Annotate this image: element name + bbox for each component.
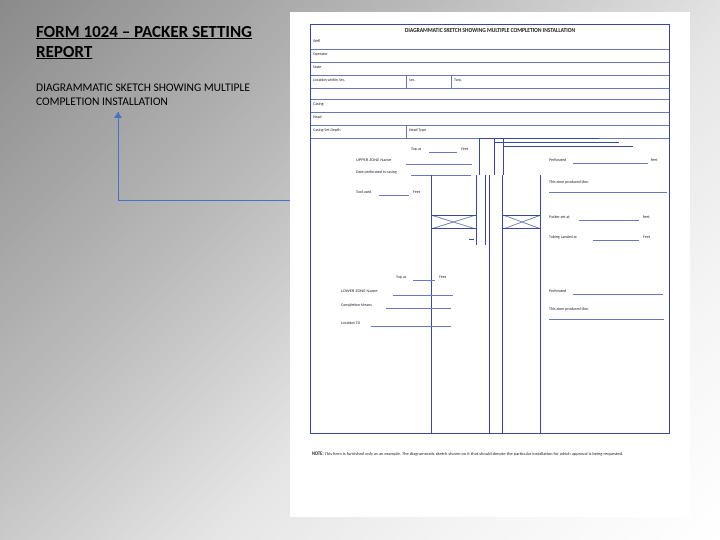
connector-horizontal: [118, 200, 305, 201]
connector-vertical: [118, 112, 119, 200]
label-upper-zone: UPPER ZONE Name: [356, 158, 391, 163]
blank-line: [549, 192, 667, 193]
label-tubing-landed: Tubing Landed at: [549, 235, 577, 240]
row-location: Location within Sec. Sec. Twp.: [311, 76, 669, 89]
row-operator: Operator: [311, 50, 669, 63]
label-feet-4: feet: [643, 215, 649, 220]
label-twp: Twp.: [454, 78, 462, 83]
blank-line: [413, 280, 435, 281]
label-location: Location within Sec.: [313, 78, 345, 83]
label-lower-zone: LOWER ZONE Name: [341, 289, 377, 294]
label-lz-top: Top at: [396, 275, 406, 280]
blank-line: [573, 163, 648, 164]
row-well: Well: [311, 37, 669, 50]
label-feet-3: feet: [651, 158, 657, 163]
divider: [451, 76, 452, 88]
row-spacer: [311, 89, 669, 100]
label-lz-feet: Feet: [439, 275, 446, 280]
row-state: State: [311, 63, 669, 76]
label-feet-2: Feet: [413, 190, 420, 195]
label-top-at: Top at: [411, 147, 421, 152]
label-this-zone: This zone produced thru: [549, 180, 588, 185]
blank-line: [371, 326, 451, 327]
blank-line: [549, 319, 664, 320]
label-casing: Casing: [313, 102, 324, 107]
leader-line: [494, 142, 619, 143]
divider: [406, 76, 407, 88]
leader-line: [479, 138, 599, 139]
label-head-type: Head Type: [409, 128, 426, 133]
blank-line: [386, 308, 451, 309]
label-location-td: Location TD: [341, 321, 360, 326]
blank-line: [379, 195, 409, 196]
form-frame: DIAGRAMMATIC SKETCH SHOWING MULTIPLE COM…: [310, 24, 670, 434]
note-label: NOTE:: [312, 452, 324, 457]
blank-line: [573, 294, 663, 295]
label-sec: Sec.: [409, 78, 416, 83]
packer-icon: [431, 215, 541, 229]
label-tool: Tool used: [356, 190, 371, 195]
label-completion: Completion Means: [341, 303, 372, 308]
label-operator: Operator: [313, 52, 328, 57]
label-feet-5: Feet: [643, 235, 650, 240]
leader-line: [503, 138, 504, 175]
label-head: Head: [313, 115, 322, 120]
note-text: This form is furnished only as an exampl…: [325, 452, 624, 457]
form-note: NOTE: This form is furnished only as an …: [312, 452, 668, 457]
page-subtitle: DIAGRAMMATIC SKETCH SHOWING MULTIPLE COM…: [36, 82, 286, 110]
label-perforated: Perforated: [549, 158, 566, 163]
casing-icon: [431, 175, 541, 433]
label-date-perf: Date perforated in casing: [356, 170, 397, 175]
divider: [406, 126, 407, 138]
blank-line: [429, 152, 457, 153]
leader-line: [479, 138, 480, 175]
row-casing: Casing: [311, 100, 669, 113]
blank-line: [393, 295, 453, 296]
blank-line: [406, 164, 472, 165]
leader-line: [503, 146, 633, 147]
label-state: State: [313, 65, 321, 70]
leader-line: [494, 138, 495, 175]
label-lz-perforated: Perforated: [549, 289, 566, 294]
row-head: Head: [311, 113, 669, 126]
label-lz-this-zone: This zone produced thru: [549, 307, 588, 312]
label-well: Well: [313, 39, 320, 44]
label-casing-set: Casing Set Depth: [313, 128, 340, 133]
form-sheet: DIAGRAMMATIC SKETCH SHOWING MULTIPLE COM…: [290, 12, 690, 517]
label-packer-set: Packer set at: [549, 215, 570, 220]
blank-line: [579, 220, 639, 221]
tubing-long-icon: [489, 175, 503, 433]
form-heading: DIAGRAMMATIC SKETCH SHOWING MULTIPLE COM…: [311, 28, 669, 34]
label-feet: Feet: [461, 147, 468, 152]
tubing-short-icon: [476, 175, 486, 245]
blank-line: [593, 240, 639, 241]
tick-icon: [469, 239, 474, 240]
page-title: FORM 1024 – PACKER SETTING REPORT: [36, 22, 266, 63]
